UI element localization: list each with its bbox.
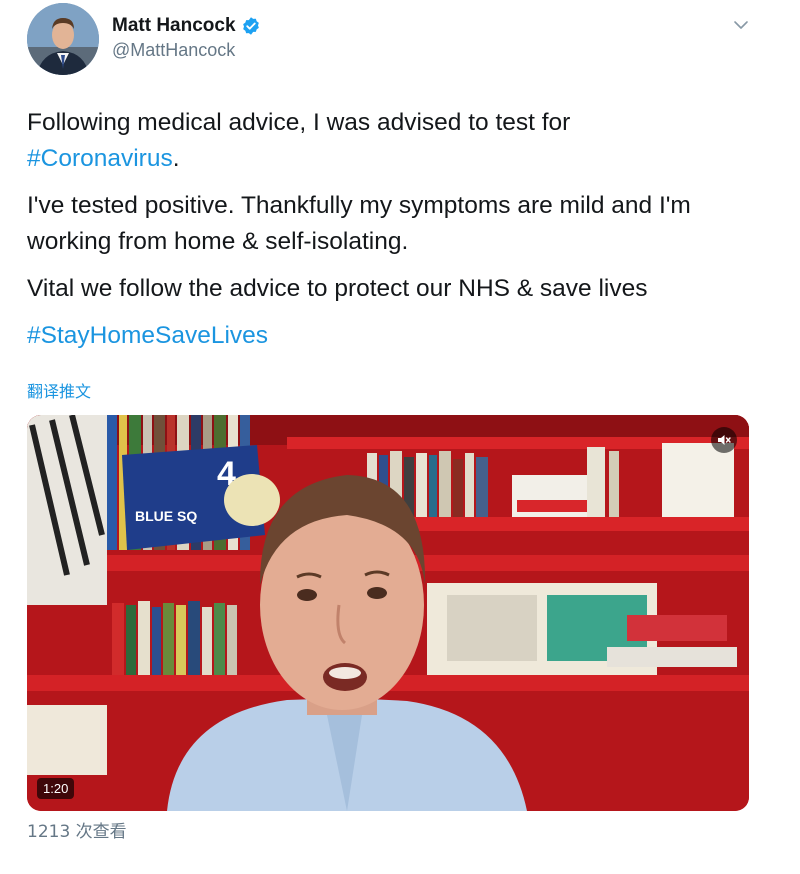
tweet-text: Following medical advice, I was advised …	[27, 105, 767, 365]
avatar-photo	[27, 3, 99, 75]
mute-button[interactable]	[711, 427, 737, 453]
tweet-paragraph-1-end: .	[172, 145, 180, 172]
speaker-muted-icon	[718, 435, 731, 445]
tweet-paragraph-1: Following medical advice, I was advised …	[27, 105, 767, 177]
chevron-down-icon[interactable]	[732, 16, 750, 34]
video-frame: BLUE SQ 4	[27, 415, 749, 811]
tweet-paragraph-1-text: Following medical advice, I was advised …	[27, 109, 571, 136]
author-avatar[interactable]	[27, 3, 99, 75]
author-info: Matt Hancock @MattHancock	[112, 14, 261, 61]
hashtag-coronavirus[interactable]: #Coronavirus	[27, 145, 173, 172]
view-count: 1213 次查看	[27, 822, 127, 842]
video-duration: 1:20	[37, 778, 75, 799]
tweet-paragraph-2: I've tested positive. Thankfully my symp…	[27, 192, 691, 255]
shirt-text: BLUE SQ	[135, 508, 197, 524]
hashtag-stayhomesavelives[interactable]: #StayHomeSaveLives	[27, 322, 268, 349]
video-player[interactable]: BLUE SQ 4 1:20	[27, 415, 749, 811]
verified-badge-icon	[242, 17, 259, 35]
tweet-paragraph-3: Vital we follow the advice to protect ou…	[27, 275, 648, 302]
author-handle[interactable]: @MattHancock	[112, 40, 261, 61]
tweet-card: Matt Hancock @MattHancock Following medi…	[0, 0, 800, 874]
author-display-name[interactable]: Matt Hancock	[112, 15, 236, 37]
translate-tweet-link[interactable]: 翻译推文	[27, 378, 91, 402]
